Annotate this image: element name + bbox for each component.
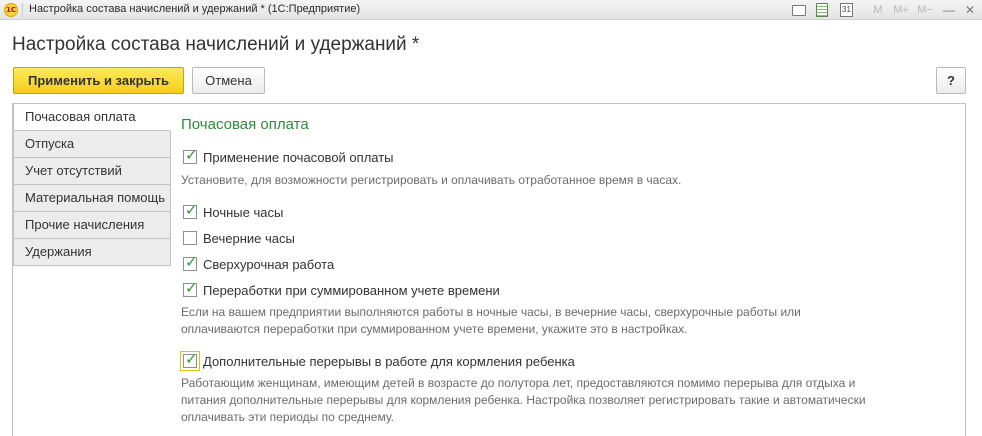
cancel-button[interactable]: Отмена bbox=[192, 67, 265, 94]
hint-work-hours: Если на вашем предприятии выполняются ра… bbox=[181, 305, 801, 336]
help-button[interactable]: ? bbox=[936, 67, 966, 94]
tab-absence-tracking[interactable]: Учет отсутствий bbox=[13, 158, 171, 185]
titlebar-tools: 31 M M+ M− — ✕ bbox=[792, 0, 982, 20]
minimize-icon[interactable]: — bbox=[942, 2, 956, 18]
section-title: Почасовая оплата bbox=[181, 116, 309, 133]
tab-hourly-pay[interactable]: Почасовая оплата bbox=[13, 104, 171, 131]
tab-other-accruals[interactable]: Прочие начисления bbox=[13, 212, 171, 239]
window-titlebar: 1С Настройка состава начислений и удержа… bbox=[0, 0, 982, 20]
calculator-icon[interactable] bbox=[816, 3, 828, 17]
memory-m-button[interactable]: M bbox=[872, 2, 884, 18]
memory-minus-button[interactable]: M− bbox=[916, 2, 934, 18]
hint-feeding-breaks: Работающим женщинам, имеющим детей в воз… bbox=[181, 376, 866, 424]
checkbox-label: Переработки при суммированном учете врем… bbox=[203, 283, 500, 298]
checkbox-box[interactable]: ✓ bbox=[183, 201, 198, 219]
checkbox-label: Дополнительные перерывы в работе для кор… bbox=[203, 354, 575, 369]
memory-plus-button[interactable]: M+ bbox=[892, 2, 910, 18]
checkbox-box[interactable]: ✓ bbox=[183, 253, 198, 271]
checkbox-label: Применение почасовой оплаты bbox=[203, 150, 394, 165]
checkbox-label: Сверхурочная работа bbox=[203, 257, 335, 272]
tab-vacations[interactable]: Отпуска bbox=[13, 131, 171, 158]
close-icon[interactable]: ✕ bbox=[963, 2, 977, 18]
checkmark-icon: ✓ bbox=[185, 201, 198, 219]
checkbox-label: Ночные часы bbox=[203, 205, 284, 220]
checkbox-box[interactable]: ✓ bbox=[183, 279, 198, 297]
checkbox-box[interactable] bbox=[183, 231, 197, 245]
checkmark-icon: ✓ bbox=[185, 279, 198, 297]
checkbox-label: Вечерние часы bbox=[203, 231, 295, 246]
window-title: Настройка состава начислений и удержаний… bbox=[29, 3, 361, 15]
app-logo-icon: 1С bbox=[4, 3, 18, 17]
checkmark-icon: ✓ bbox=[185, 350, 198, 368]
checkbox-box[interactable]: ✓ bbox=[183, 146, 198, 164]
form-title: Настройка состава начислений и удержаний… bbox=[12, 34, 420, 55]
apply-and-close-button[interactable]: Применить и закрыть bbox=[13, 67, 184, 94]
checkmark-icon: ✓ bbox=[185, 253, 198, 271]
checkbox-box[interactable]: ✓ bbox=[183, 350, 198, 368]
tab-list: Почасовая оплата Отпуска Учет отсутствий… bbox=[13, 104, 171, 266]
calendar-icon[interactable]: 31 bbox=[840, 3, 853, 17]
titlebar-separator bbox=[22, 3, 23, 17]
tab-material-aid[interactable]: Материальная помощь bbox=[13, 185, 171, 212]
tab-deductions[interactable]: Удержания bbox=[13, 239, 171, 266]
print-icon[interactable] bbox=[792, 5, 806, 16]
tab-content-hourly-pay: Почасовая оплата ✓ Применение почасовой … bbox=[171, 104, 966, 436]
hint-hourly-pay: Установите, для возможности регистрирова… bbox=[181, 173, 682, 187]
checkmark-icon: ✓ bbox=[185, 146, 198, 164]
